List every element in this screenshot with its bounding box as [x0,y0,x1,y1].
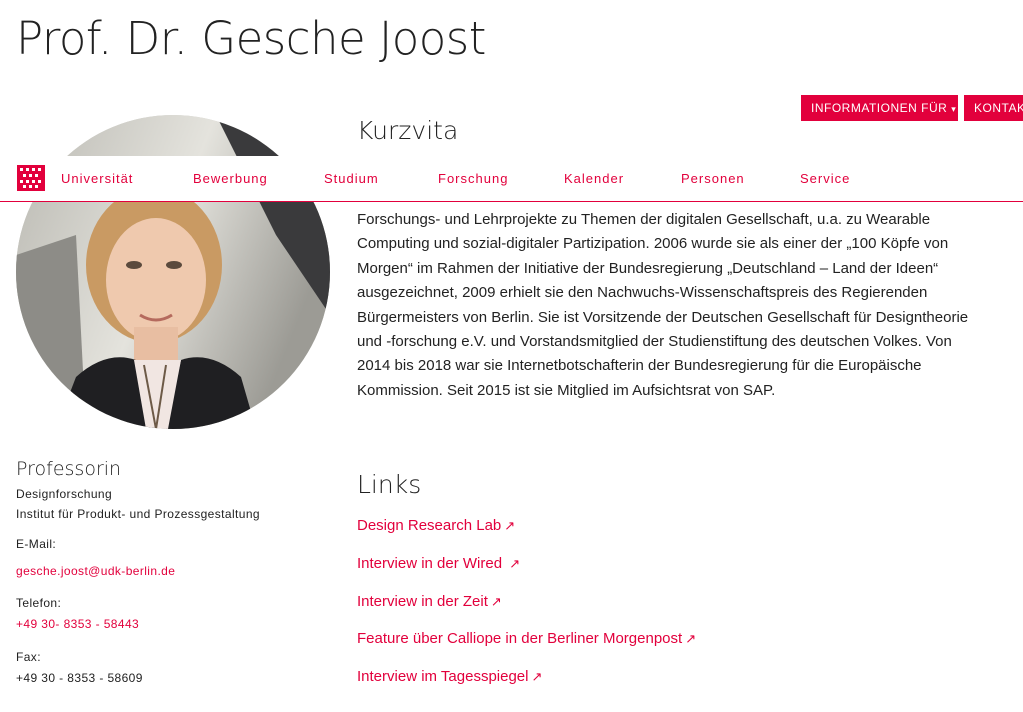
fax-label: Fax: [16,650,41,664]
bio-line: ausgezeichnet, 2009 erhielt sie den Nach… [357,284,928,302]
link-label: Design Research Lab [357,517,502,534]
nav-item-service[interactable]: Service [800,171,850,186]
kontakt-button[interactable]: KONTAKT [964,95,1023,121]
profile-role: Professorin [16,458,122,480]
udk-logo-icon[interactable] [17,165,45,191]
profile-department: Designforschung [16,487,113,501]
kontakt-label: KONTAKT [974,101,1023,115]
link-interview-wired[interactable]: Interview in der Wired ↗ [357,555,520,572]
link-design-research-lab[interactable]: Design Research Lab ↗ [357,517,515,534]
kurzvita-text: Forschungs- und Lehrprojekte zu Themen d… [357,208,1007,403]
nav-item-universitaet[interactable]: Universität [61,171,133,186]
profile-institute: Institut für Produkt- und Prozessgestalt… [16,507,260,521]
phone-link[interactable]: +49 30- 8353 - 58443 [16,617,139,631]
link-interview-tagesspiegel[interactable]: Interview im Tagesspiegel ↗ [357,668,542,685]
bio-line: Morgen“ im Rahmen der Initiative der Bun… [357,259,939,277]
bio-line: 2014 bis 2018 war sie Internetbotschafte… [357,357,922,375]
caret-down-icon: ▾ [951,104,957,114]
bio-line: Forschungs- und Lehrprojekte zu Themen d… [357,211,931,228]
email-link[interactable]: gesche.joost@udk-berlin.de [16,564,175,578]
nav-item-bewerbung[interactable]: Bewerbung [193,171,268,186]
informationen-fuer-dropdown[interactable]: INFORMATIONEN FÜR ▾ [801,95,958,121]
link-label: Interview im Tagesspiegel [357,668,529,685]
nav-item-forschung[interactable]: Forschung [438,171,508,186]
nav-item-kalender[interactable]: Kalender [564,171,624,186]
link-label: Feature über Calliope in der Berliner Mo… [357,630,683,647]
kurzvita-heading: Kurzvita [357,116,459,145]
links-heading: Links [357,470,422,499]
bio-line: Computing und sozial-digitaler Partizipa… [357,235,949,253]
external-link-icon: ↗ [509,556,521,571]
fax-value: +49 30 - 8353 - 58609 [16,671,143,685]
link-label: Interview in der Wired [357,555,507,572]
bio-line: Bürgermeisters von Berlin. Sie ist Vorsi… [357,308,969,326]
informationen-fuer-label: INFORMATIONEN FÜR [811,101,948,115]
link-feature-calliope[interactable]: Feature über Calliope in der Berliner Mo… [357,630,696,647]
external-link-icon: ↗ [504,518,516,533]
link-label: Interview in der Zeit [357,593,488,610]
email-label: E-Mail: [16,537,57,551]
bio-line: und -forschung e.V. und Vorstandsmitglie… [357,333,952,351]
phone-label: Telefon: [16,596,62,610]
nav-item-personen[interactable]: Personen [681,171,745,186]
main-navigation: Universität Bewerbung Studium Forschung … [0,156,1023,202]
page-title: Prof. Dr. Gesche Joost [16,12,486,65]
external-link-icon: ↗ [685,631,697,646]
link-interview-zeit[interactable]: Interview in der Zeit ↗ [357,593,502,610]
external-link-icon: ↗ [490,594,502,609]
external-link-icon: ↗ [531,669,543,684]
bio-line: Kommission. Seit 2015 ist sie Mitglied i… [357,381,776,399]
nav-item-studium[interactable]: Studium [324,171,379,186]
